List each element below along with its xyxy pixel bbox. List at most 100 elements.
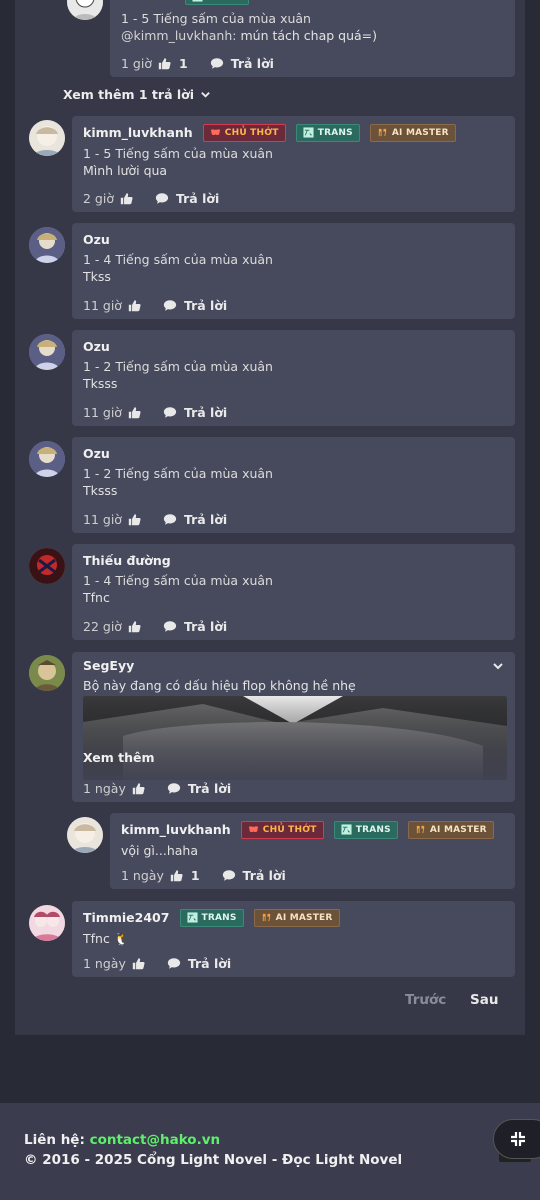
like-button[interactable]: 1: [158, 56, 188, 71]
compress-icon: [511, 1132, 525, 1146]
username[interactable]: kimm_luvkhanh: [83, 125, 193, 140]
comment-text: Tfnc 🐧: [83, 930, 130, 946]
reply-button[interactable]: Trả lời: [167, 781, 231, 796]
timestamp: 1 ngày: [83, 781, 126, 796]
comment-text: Tksss: [83, 376, 118, 391]
avatar[interactable]: [29, 655, 65, 691]
username[interactable]: kimm_luvkhanh: [121, 822, 231, 837]
ai-master-badge: AI MASTER: [369, 123, 456, 142]
comment: Ozu 1 - 2 Tiếng sấm của mùa xuân Tksss 1…: [72, 437, 515, 533]
thumbs-up-icon: [132, 957, 145, 970]
chapter-label[interactable]: 1 - 5 Tiếng sấm của mùa xuân: [121, 11, 504, 26]
see-more-link[interactable]: Xem thêm: [83, 750, 155, 765]
owner-badge: CHỦ THỚT: [240, 820, 324, 839]
comment-bubble-icon: [167, 782, 181, 795]
trans-badge: TRANS: [179, 908, 244, 927]
timestamp: 2 giờ: [83, 191, 114, 206]
username[interactable]: SegEyy: [83, 658, 134, 673]
reply-button[interactable]: Trả lời: [210, 56, 274, 71]
chapter-label[interactable]: 1 - 4 Tiếng sấm của mùa xuân: [83, 573, 504, 588]
reply-button[interactable]: Trả lời: [163, 298, 227, 313]
comment: Ozu 1 - 2 Tiếng sấm của mùa xuân Tksss 1…: [72, 330, 515, 426]
thumbs-up-icon: [128, 299, 141, 312]
avatar[interactable]: [29, 905, 65, 941]
avatar[interactable]: [67, 817, 103, 853]
owner-badge: CHỦ THỚT: [202, 123, 286, 142]
username[interactable]: Timmie2407: [83, 910, 169, 925]
timestamp: 1 ngày: [121, 868, 164, 883]
reply-button[interactable]: Trả lời: [222, 868, 286, 883]
ai-icon: [377, 127, 388, 138]
comment: SegEyy Bộ này đang có dấu hiệu flop khôn…: [72, 652, 515, 802]
chapter-label[interactable]: 1 - 5 Tiếng sấm của mùa xuân: [83, 146, 504, 161]
like-button[interactable]: [128, 299, 141, 312]
reply-comment: TRANS 1 - 5 Tiếng sấm của mùa xuân @kimm…: [110, 0, 515, 77]
like-button[interactable]: [128, 406, 141, 419]
comment-text: Tksss: [83, 483, 118, 498]
avatar[interactable]: [29, 227, 65, 263]
username[interactable]: Ozu: [83, 232, 110, 247]
timestamp: 1 giờ: [121, 56, 152, 71]
chapter-label[interactable]: 1 - 4 Tiếng sấm của mùa xuân: [83, 252, 504, 267]
ai-icon: [261, 912, 272, 923]
show-more-replies[interactable]: Xem thêm 1 trả lời: [63, 87, 211, 102]
reply-button[interactable]: Trả lời: [167, 956, 231, 971]
avatar[interactable]: [29, 548, 65, 584]
comment-image[interactable]: Xem thêm: [83, 696, 507, 780]
next-page-button[interactable]: Sau: [470, 992, 498, 1008]
comment-bubble-icon: [210, 57, 224, 70]
ai-master-badge: AI MASTER: [253, 908, 340, 927]
thumbs-up-icon: [120, 192, 133, 205]
thumbs-up-icon: [128, 620, 141, 633]
translate-icon: [341, 824, 352, 835]
reply-button[interactable]: Trả lời: [163, 405, 227, 420]
comment-meta: 2 giờ Trả lời: [83, 191, 219, 206]
username[interactable]: Thiếu đường: [83, 553, 171, 568]
reply-button[interactable]: Trả lời: [163, 512, 227, 527]
collapse-button[interactable]: [493, 1119, 540, 1159]
like-button[interactable]: [120, 192, 133, 205]
comment-text: Tkss: [83, 269, 111, 284]
timestamp: 11 giờ: [83, 298, 122, 313]
like-button[interactable]: [132, 782, 145, 795]
avatar[interactable]: [29, 120, 65, 156]
trans-badge: TRANS: [333, 820, 398, 839]
timestamp: 1 ngày: [83, 956, 126, 971]
comment-bubble-icon: [155, 192, 169, 205]
comment: kimm_luvkhanh CHỦ THỚT TRANS AI MASTER 1…: [72, 116, 515, 212]
avatar[interactable]: [29, 334, 65, 370]
like-button[interactable]: [128, 620, 141, 633]
chevron-down-icon: [200, 89, 211, 100]
comment-meta: 1 ngày 1 Trả lời: [121, 868, 286, 883]
avatar[interactable]: [29, 441, 65, 477]
translate-icon: [303, 127, 314, 138]
comment-bubble-icon: [163, 299, 177, 312]
like-button[interactable]: [132, 957, 145, 970]
contact-email-link[interactable]: contact@hako.vn: [90, 1132, 221, 1148]
reply-button[interactable]: Trả lời: [163, 619, 227, 634]
comment-bubble-icon: [163, 513, 177, 526]
copyright: © 2016 - 2025 Cổng Light Novel - Đọc Lig…: [24, 1152, 403, 1168]
comment-bubble-icon: [163, 620, 177, 633]
reply-button[interactable]: Trả lời: [155, 191, 219, 206]
username[interactable]: Ozu: [83, 446, 110, 461]
contact-line: Liên hệ: contact@hako.vn: [24, 1132, 221, 1148]
comment-meta: 22 giờ Trả lời: [83, 619, 227, 634]
like-button[interactable]: [128, 513, 141, 526]
like-count: 1: [190, 868, 200, 883]
ai-master-badge: AI MASTER: [407, 820, 494, 839]
thumbs-up-icon: [132, 782, 145, 795]
chapter-label[interactable]: 1 - 2 Tiếng sấm của mùa xuân: [83, 466, 504, 481]
chapter-label[interactable]: 1 - 2 Tiếng sấm của mùa xuân: [83, 359, 504, 374]
like-button[interactable]: 1: [170, 868, 200, 883]
comment-meta: 11 giờ Trả lời: [83, 298, 227, 313]
username[interactable]: Ozu: [83, 339, 110, 354]
timestamp: 22 giờ: [83, 619, 122, 634]
comment-text: @kimm_luvkhanh: mún tách chap quá=): [121, 28, 378, 43]
user-mention[interactable]: @kimm_luvkhanh:: [121, 28, 237, 43]
comment-bubble-icon: [167, 957, 181, 970]
chevron-down-icon[interactable]: [492, 660, 504, 672]
prev-page-button[interactable]: Trước: [405, 992, 446, 1008]
comment-bubble-icon: [163, 406, 177, 419]
timestamp: 11 giờ: [83, 405, 122, 420]
